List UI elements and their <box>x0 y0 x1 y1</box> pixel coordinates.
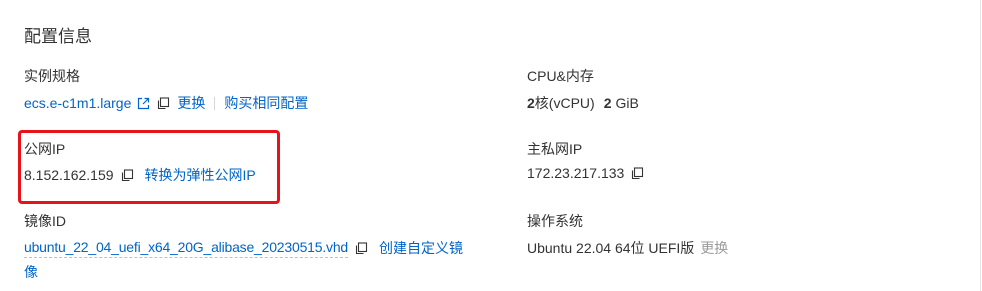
os-value: Ubuntu 22.04 64位 UEFI版 <box>527 240 695 256</box>
copy-icon[interactable] <box>630 166 644 180</box>
cpu-mem-value: 2 核(vCPU) 2 GiB <box>527 93 639 113</box>
copy-icon[interactable] <box>156 96 170 110</box>
instance-spec-link[interactable]: ecs.e-c1m1.large <box>24 95 131 111</box>
external-link-icon[interactable] <box>136 96 150 110</box>
create-custom-image-wrap: 像 <box>24 262 38 282</box>
private-ip-label: 主私网IP <box>527 141 583 157</box>
instance-spec-label: 实例规格 <box>24 68 80 84</box>
copy-icon[interactable] <box>121 168 135 182</box>
config-info-panel: 配置信息 实例规格 ecs.e-c1m1.large 更换 购买相同配置 CPU… <box>0 0 981 291</box>
buy-same-config-link[interactable]: 购买相同配置 <box>224 93 308 113</box>
create-custom-image-link[interactable]: 创建自定义镜 <box>379 238 463 258</box>
os-value-row: Ubuntu 22.04 64位 UEFI版 更换 <box>527 238 728 258</box>
public-ip-value: 8.152.162.159 <box>24 167 114 183</box>
os-label: 操作系统 <box>527 213 583 229</box>
public-ip-label: 公网IP <box>24 141 66 157</box>
convert-eip-link[interactable]: 转换为弹性公网IP <box>145 165 256 185</box>
copy-icon[interactable] <box>354 241 368 255</box>
cpu-mem-label: CPU&内存 <box>527 68 594 84</box>
private-ip-value-row: 172.23.217.133 <box>527 165 644 181</box>
divider <box>214 96 216 110</box>
section-title: 配置信息 <box>24 27 92 46</box>
private-ip-value: 172.23.217.133 <box>527 165 625 181</box>
cpu-count: 2 <box>527 95 535 111</box>
create-custom-image-link-cont[interactable]: 像 <box>24 262 38 282</box>
image-id-label: 镜像ID <box>24 213 66 229</box>
cpu-unit: 核(vCPU) <box>534 95 595 111</box>
mem-size: 2 <box>603 95 612 111</box>
mem-unit: GiB <box>615 95 639 111</box>
change-spec-link[interactable]: 更换 <box>177 93 205 113</box>
image-id-link[interactable]: ubuntu_22_04_uefi_x64_20G_alibase_202305… <box>24 239 348 258</box>
instance-spec-value-row: ecs.e-c1m1.large 更换 购买相同配置 <box>24 93 308 113</box>
image-id-value-row: ubuntu_22_04_uefi_x64_20G_alibase_202305… <box>24 238 463 258</box>
public-ip-value-row: 8.152.162.159 转换为弹性公网IP <box>24 165 256 185</box>
change-os-link[interactable]: 更换 <box>700 238 728 258</box>
